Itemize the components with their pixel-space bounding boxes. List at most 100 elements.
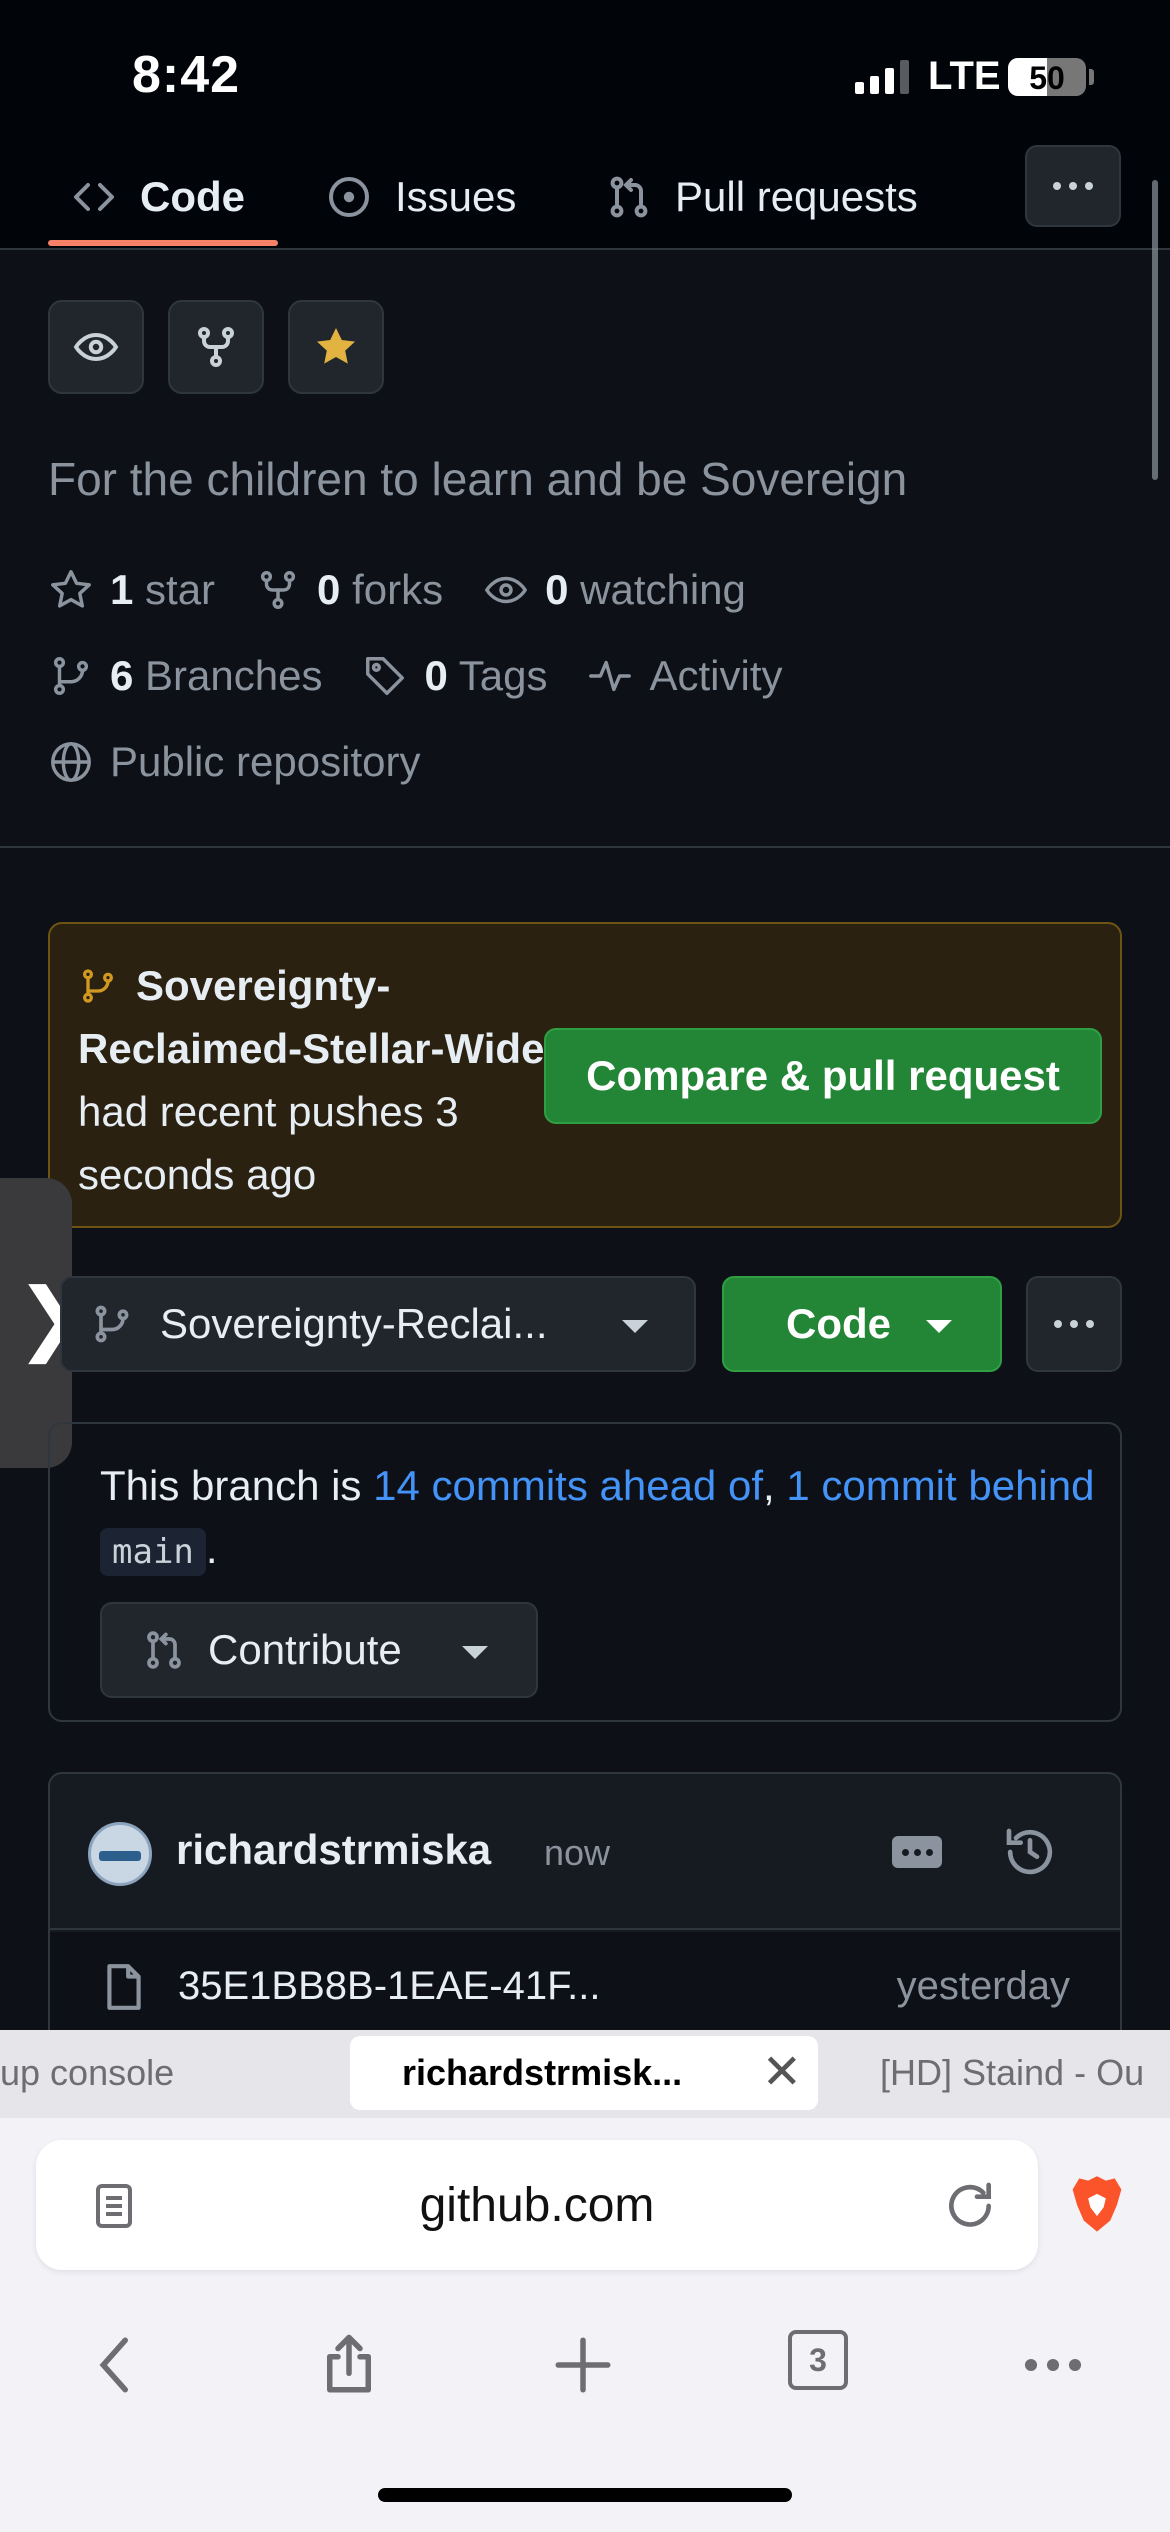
repo-stats-row: 1 star 0 forks 0 watching: [48, 566, 786, 614]
tags-link[interactable]: 0 Tags: [362, 652, 547, 700]
file-icon: [107, 1964, 141, 2010]
pull-request-icon: [147, 1631, 181, 1669]
history-icon[interactable]: [1002, 1824, 1058, 1880]
watch-button[interactable]: [48, 300, 144, 394]
branch-status-box: This branch is 14 commits ahead of, 1 co…: [48, 1422, 1122, 1722]
issue-icon: [329, 176, 369, 217]
more-tabs-button[interactable]: [1025, 145, 1121, 227]
branch-status-suffix: .: [205, 1525, 218, 1572]
close-tab-icon[interactable]: ✕: [762, 2044, 802, 2100]
pull-request-icon: [610, 176, 648, 217]
commits-ahead-link[interactable]: 14 commits ahead of: [373, 1462, 763, 1509]
browser-tab-active[interactable]: richardstrmisk... ✕: [350, 2036, 818, 2110]
code-button-label: Code: [786, 1300, 891, 1347]
repo-refs-row: 6 Branches 0 Tags Activity: [48, 652, 822, 700]
chevron-down-icon: [462, 1646, 488, 1659]
branches-label: Branches: [145, 652, 323, 699]
scrollbar[interactable]: [1152, 180, 1158, 480]
branch-status-separator: ,: [762, 1462, 775, 1509]
file-time: yesterday: [896, 1964, 1070, 2008]
activity-link[interactable]: Activity: [587, 652, 782, 700]
branch-status-text: This branch is 14 commits ahead of, 1 co…: [100, 1454, 1100, 1584]
commit-author[interactable]: richardstrmiska: [176, 1826, 491, 1874]
active-tab-underline: [48, 240, 278, 246]
battery-level: 50: [1029, 60, 1065, 96]
watching-label: watching: [580, 566, 746, 613]
more-options-icon[interactable]: [1020, 2332, 1086, 2398]
network-label: LTE: [928, 54, 1001, 98]
tags-label: Tags: [458, 652, 548, 699]
commits-behind-link[interactable]: 1 commit behind: [786, 1462, 1094, 1509]
active-tab-title: richardstrmisk...: [402, 2052, 683, 2093]
watching-link[interactable]: 0 watching: [483, 566, 746, 614]
branch-icon: [95, 1305, 129, 1343]
fork-button[interactable]: [168, 300, 264, 394]
stars-label: star: [145, 566, 216, 613]
eye-icon: [73, 332, 119, 362]
reload-icon[interactable]: [942, 2178, 998, 2234]
chevron-down-icon: [926, 1320, 952, 1333]
globe-icon: [51, 742, 91, 782]
commit-time: now: [544, 1832, 611, 1873]
forks-link[interactable]: 0 forks: [255, 566, 443, 614]
back-icon[interactable]: [84, 2332, 150, 2398]
new-tab-icon[interactable]: [550, 2332, 616, 2398]
browser-toolbar: up console richardstrmisk... ✕ [HD] Stai…: [0, 2030, 1170, 2532]
branch-icon: [53, 657, 89, 695]
contribute-button[interactable]: Contribute: [100, 1602, 538, 1698]
brave-shield-icon[interactable]: [1070, 2174, 1124, 2236]
avatar[interactable]: [88, 1822, 152, 1886]
home-indicator: [378, 2488, 792, 2502]
commit-header: richardstrmiska now: [50, 1774, 1120, 1930]
pulse-icon: [589, 660, 632, 692]
selected-branch-label: Sovereignty-Reclai...: [160, 1300, 548, 1347]
file-name[interactable]: 35E1BB8B-1EAE-41F...: [178, 1964, 600, 2009]
eye-icon: [484, 576, 528, 604]
clock: 8:42: [132, 46, 241, 104]
status-bar: 8:42 LTE 50: [0, 0, 1170, 145]
tab-pull-requests-label: Pull requests: [675, 172, 918, 220]
commit-message-toggle[interactable]: [892, 1836, 942, 1868]
address-bar[interactable]: github.com: [36, 2140, 1038, 2270]
stars-count: 1: [110, 566, 134, 613]
contribute-label: Contribute: [208, 1626, 402, 1673]
battery-tip: [1089, 69, 1094, 85]
battery-icon: 50: [1008, 58, 1086, 96]
browser-tab-left[interactable]: up console: [0, 2052, 174, 2094]
branch-more-button[interactable]: [1026, 1276, 1122, 1372]
browser-nav-row: [0, 2312, 1170, 2432]
star-button[interactable]: [288, 300, 384, 394]
tab-issues[interactable]: Issues: [325, 145, 516, 248]
tab-code-label: Code: [140, 172, 245, 220]
fork-icon: [260, 571, 296, 609]
compare-pull-request-button[interactable]: Compare & pull request: [544, 1028, 1102, 1124]
branch-selector[interactable]: Sovereignty-Reclai...: [60, 1276, 696, 1372]
fork-icon: [198, 327, 234, 367]
code-download-button[interactable]: Code: [722, 1276, 1002, 1372]
repo-tab-bar: Code Issues Pull requests: [0, 145, 1170, 250]
share-icon[interactable]: [316, 2332, 382, 2398]
url-text: github.com: [419, 2179, 655, 2232]
browser-tab-right[interactable]: [HD] Staind - Ou: [880, 2052, 1144, 2094]
tag-icon: [366, 657, 405, 695]
tab-switcher-button[interactable]: 3: [788, 2330, 848, 2390]
push-status: had recent pushes 3 seconds ago: [78, 1088, 459, 1198]
chevron-down-icon: [622, 1320, 648, 1333]
push-message: Sovereignty-Reclaimed-Stellar-Wide had r…: [78, 954, 548, 1206]
forks-label: forks: [352, 566, 444, 613]
tab-issues-label: Issues: [395, 172, 517, 220]
repo-description: For the children to learn and be Soverei…: [48, 453, 908, 505]
forks-count: 0: [317, 566, 341, 613]
browser-tab-strip: up console richardstrmisk... ✕ [HD] Stai…: [0, 2030, 1170, 2118]
branches-link[interactable]: 6 Branches: [48, 652, 322, 700]
tab-code[interactable]: Code: [70, 145, 245, 248]
latest-commit-box: richardstrmiska now 35E1BB8B-1EAE-41F...…: [48, 1772, 1122, 2032]
tab-pull-requests[interactable]: Pull requests: [605, 145, 918, 248]
repo-visibility-row: Public repository: [48, 738, 460, 786]
pushed-branch-name[interactable]: Sovereignty-Reclaimed-Stellar-Wide: [78, 962, 544, 1072]
visibility-label: Public repository: [110, 738, 421, 785]
stars-link[interactable]: 1 star: [48, 566, 215, 614]
file-row[interactable]: 35E1BB8B-1EAE-41F... yesterday: [50, 1932, 1120, 2030]
star-icon: [51, 570, 91, 608]
code-icon: [74, 182, 114, 211]
